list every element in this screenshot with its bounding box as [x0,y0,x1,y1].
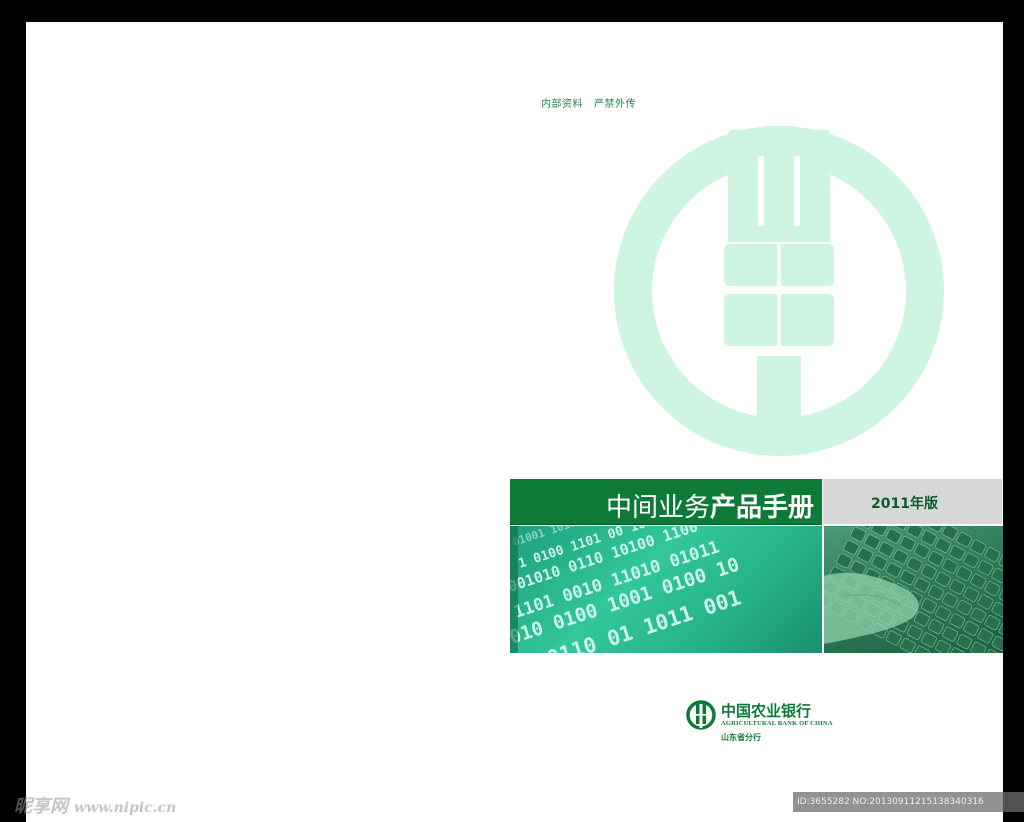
image-id-watermark: ID:3655282 NO:20130911215138340316 [793,792,1024,812]
watermark-url: www.nipic.cn [74,800,177,816]
bank-logo-icon [686,700,716,730]
bank-name-chinese: 中国农业银行 [721,702,812,720]
binary-digits-graphic: 01001 1010 01 0110 01 1 0100 1101 00 101… [510,526,744,653]
edition-label: 2011年版 [871,496,938,512]
title-light-part: 中间业务 [605,493,710,523]
watermark-site-name: 昵享网 [14,796,68,817]
bank-name-english: AGRICULTURAL BANK OF CHINA [721,720,833,727]
keyboard-graphic [824,526,1003,653]
cover-title: 中间业务产品手册 [606,487,814,524]
cover-page: 内部资料 严禁外传 中间业务产品手册 2011年版 1 0100 1101 00… [26,22,1003,822]
confidential-note: 内部资料 严禁外传 [541,99,637,110]
bank-emblem-large-icon [614,126,944,456]
binary-digits-image: 01001 1010 01 0110 01 1 0100 1101 00 101… [510,526,822,653]
title-bold-part: 产品手册 [709,493,814,523]
site-watermark: 昵享网 www.nipic.cn [14,792,176,818]
edition-box: 2011年版 [823,479,1002,524]
title-banner: 中间业务产品手册 [510,479,822,525]
hand-on-keyboard-image [824,526,1003,653]
branch-name: 山东省分行 [721,732,761,742]
